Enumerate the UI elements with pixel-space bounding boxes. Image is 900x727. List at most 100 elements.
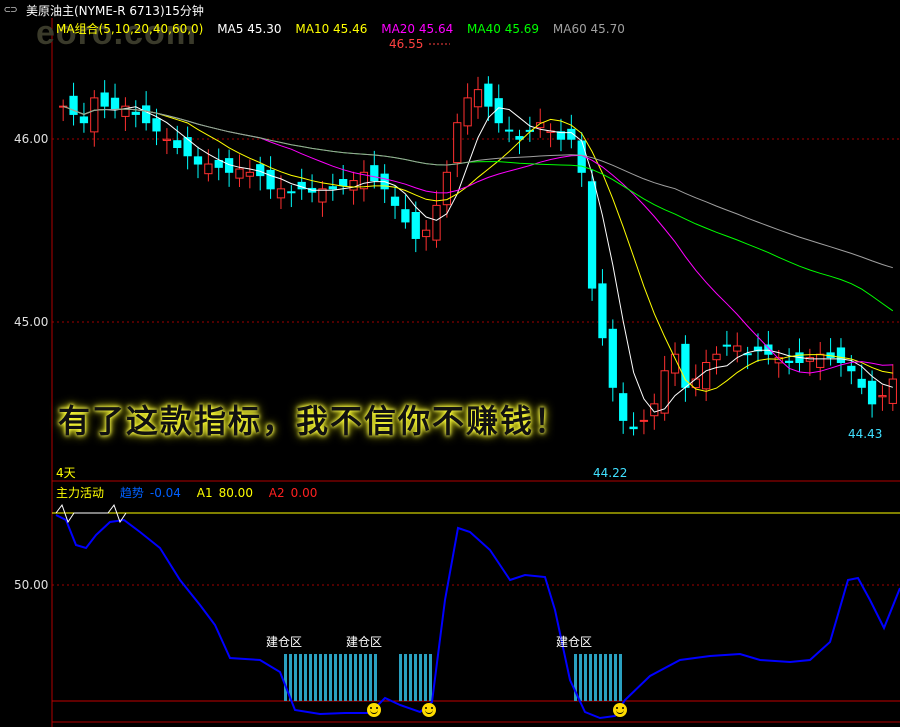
candle-body [453,122,462,164]
candle-body [193,156,203,165]
candle-body [784,360,794,364]
candle-body [339,179,348,187]
a2-label: A2 [268,486,285,500]
candle-body [162,138,172,142]
candle-body [660,370,669,414]
candle-body [888,378,897,404]
zone-bar [399,654,402,701]
a1-label: A1 [196,486,213,500]
candle-body [816,353,825,368]
candle-body [702,362,711,390]
candle-body [100,92,109,107]
candle-body [287,191,296,194]
candle-body [432,204,441,241]
ma-legend: MA组合(5,10,20,40,60,0) MA5 45.30 MA10 45.… [56,20,635,37]
ma5-value: MA5 45.30 [217,22,282,36]
candle-body [463,97,472,127]
zone-bar [409,654,412,701]
candle-body [152,118,161,132]
candle-body [256,164,265,177]
high-annotation: 46.55 [389,37,424,51]
zone-label-1: 建仓区 [266,635,303,649]
zone-bar [594,654,597,701]
zone-bar [314,654,317,701]
zone-bar [369,654,372,701]
trend-line [55,514,900,720]
candle-body [878,395,887,398]
indicator-name[interactable]: 主力活动 [56,486,104,500]
candle-body [411,212,420,239]
candle-body [473,89,483,108]
zone-bar [419,654,422,701]
indicator-axis-50: 50.00 [14,578,49,592]
zone-bar [414,654,417,701]
candle-body [836,347,846,364]
candle-body [245,171,254,177]
candle-body [131,111,140,115]
zone-bar [604,654,607,701]
candle-body [484,83,493,107]
ma40-value: MA40 45.69 [467,22,540,36]
zone-bar [294,654,297,701]
candle-body [328,186,337,190]
candle-body [79,116,89,124]
zone-bar [404,654,407,701]
price-axis-46: 46.00 [14,132,49,146]
candle-body [214,159,223,168]
candle-body [608,328,617,388]
candle-body [318,188,327,203]
zone-bar [589,654,592,701]
candle-body [629,426,638,430]
zone-bar [354,654,357,701]
zone-bar [364,654,367,701]
candle-body [504,129,514,132]
trend-value: -0.04 [149,486,181,500]
chain-link-icon[interactable]: ⊂⊃ [4,3,17,16]
candle-body [847,365,856,372]
zone-bar [424,654,427,701]
candle-body [173,140,182,149]
zone-bar [329,654,332,701]
ma10-value: MA10 45.46 [295,22,368,36]
candle-body [401,209,410,223]
candle-body [349,180,358,191]
smiley-icon [367,703,381,717]
zone-label-3: 建仓区 [556,635,593,649]
zone-bar [304,654,307,701]
candle-body [90,97,99,133]
candle-body [712,353,721,361]
candle-body [681,343,690,388]
candle-body [857,378,866,388]
candle-body [390,196,400,206]
candle-body [733,345,742,352]
kline-chart[interactable] [0,0,900,727]
zone-bar [614,654,617,701]
zone-bar [359,654,362,701]
candle-body [276,188,286,199]
candle-body [867,380,877,405]
candles [59,76,897,436]
a1-value: 80.00 [218,486,253,500]
smiley-icon [422,703,436,717]
a2-value: 0.00 [290,486,318,500]
promo-banner: 有了这款指标，我不信你不赚钱！ [58,402,569,440]
candle-body [110,97,120,110]
candle-body [142,105,151,124]
ma-group-label[interactable]: MA组合(5,10,20,40,60,0) [56,22,203,36]
candle-body [587,181,597,289]
candle-body [650,403,659,417]
zone-bar [584,654,587,701]
indicator-legend: 主力活动 趋势 -0.04 A1 80.00 A2 0.00 [56,484,329,501]
zone-bar [609,654,612,701]
smiley-icon [613,703,627,717]
trend-label: 趋势 [119,486,144,500]
zone-bar [324,654,327,701]
candle-body [722,344,732,347]
zone-bar [374,654,377,701]
zone-bar [349,654,352,701]
zone-bar [334,654,337,701]
candle-body [235,168,244,179]
local-low-annotation: 44.43 [848,427,883,441]
ma20-value: MA20 45.64 [381,22,454,36]
zone-bar [284,654,287,701]
